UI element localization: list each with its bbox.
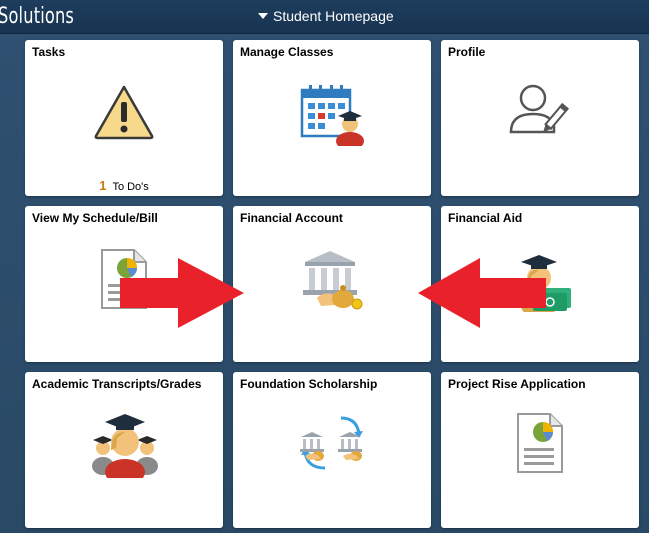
page-selector-dropdown[interactable]: Student Homepage [258,8,394,24]
graduates-icon [92,414,158,478]
tile-financial-account[interactable]: Financial Account [233,206,431,362]
top-navigation-bar: Solutions Student Homepage [0,0,649,34]
tile-tasks[interactable]: Tasks 1 To Do's [25,40,223,196]
calendar-student-icon [300,85,364,146]
bank-exchange-icon [300,416,363,470]
annotation-arrow-right-icon [120,258,244,328]
user-edit-icon [509,84,570,134]
tile-title: Manage Classes [240,45,334,59]
tile-title: View My Schedule/Bill [32,211,158,225]
tile-title: Academic Transcripts/Grades [32,377,202,391]
tile-title: Financial Account [240,211,343,225]
tile-profile[interactable]: Profile [441,40,639,196]
tile-title: Foundation Scholarship [240,377,378,391]
bank-money-icon [303,251,363,310]
tile-academic-transcripts-grades[interactable]: Academic Transcripts/Grades [25,372,223,528]
caret-down-icon [258,13,268,19]
tile-manage-classes[interactable]: Manage Classes [233,40,431,196]
page-selector-label: Student Homepage [273,8,394,24]
annotation-arrow-left-icon [418,258,546,328]
tile-title: Financial Aid [448,211,523,225]
tile-title: Tasks [32,45,66,59]
brand-title: Solutions [0,4,75,29]
tile-foundation-scholarship[interactable]: Foundation Scholarship [233,372,431,528]
todo-label: To Do's [112,181,149,193]
tile-project-rise-application[interactable]: Project Rise Application [441,372,639,528]
todo-badge: 1 To Do's [25,178,223,193]
todo-count: 1 [99,178,107,193]
tile-title: Project Rise Application [448,377,586,391]
tile-title: Profile [448,45,486,59]
document-chart-icon [517,413,563,473]
warning-icon [94,85,154,140]
